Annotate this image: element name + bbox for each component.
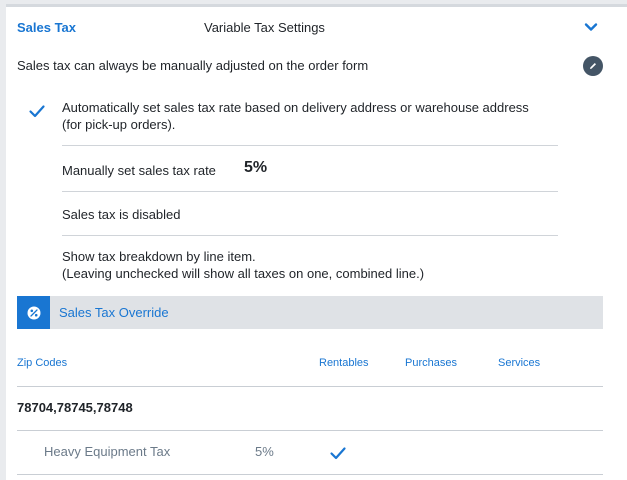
column-purchases[interactable]: Purchases [405,357,457,369]
panel-header[interactable]: Sales Tax Variable Tax Settings [6,7,627,47]
chevron-down-icon[interactable] [583,19,599,35]
manual-rate-value[interactable]: 5% [244,159,267,176]
sales-tax-panel: Sales Tax Variable Tax Settings Sales ta… [6,4,627,480]
table-header-divider [17,386,603,387]
sales-tax-override-bar[interactable]: Sales Tax Override [17,296,603,329]
table-row[interactable]: Heavy Equipment Tax 5% [17,431,603,475]
option-manual-rate[interactable]: Manually set sales tax rate 5% [62,147,558,192]
column-services[interactable]: Services [498,357,540,369]
zip-code-values: 78704,78745,78748 [17,400,133,415]
tax-name: Heavy Equipment Tax [44,444,171,459]
percent-badge-icon [27,306,40,319]
edit-button[interactable] [583,56,603,76]
option-auto-rate[interactable]: Automatically set sales tax rate based o… [62,99,558,146]
sales-tax-override-label: Sales Tax Override [59,305,169,320]
option-tax-disabled-label: Sales tax is disabled [62,207,181,222]
rentables-check-icon[interactable] [329,444,347,462]
option-tax-breakdown[interactable]: Show tax breakdown by line item. (Leavin… [62,248,558,288]
auto-rate-check-icon[interactable] [28,102,46,120]
override-icon-box[interactable] [17,296,50,329]
tax-rate: 5% [255,444,274,459]
column-zip-codes[interactable]: Zip Codes [17,357,67,369]
option-manual-rate-label: Manually set sales tax rate [62,163,216,178]
option-tax-breakdown-line2: (Leaving unchecked will show all taxes o… [62,266,425,281]
panel-title: Sales Tax [17,20,77,35]
column-rentables[interactable]: Rentables [319,357,369,369]
option-tax-disabled[interactable]: Sales tax is disabled [62,192,558,236]
option-tax-breakdown-line1: Show tax breakdown by line item. [62,249,256,264]
option-auto-rate-line1: Automatically set sales tax rate based o… [62,100,529,115]
option-auto-rate-line2: (for pick-up orders). [62,117,176,132]
pencil-icon [590,63,596,69]
panel-subtitle: Variable Tax Settings [204,20,325,35]
manual-adjust-note: Sales tax can always be manually adjuste… [17,58,369,73]
